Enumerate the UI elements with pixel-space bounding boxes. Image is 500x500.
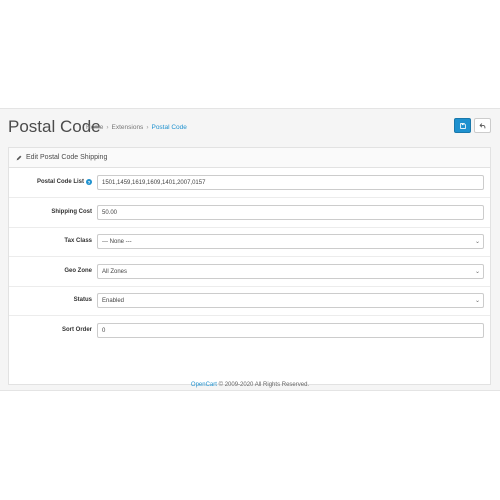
chevron-down-icon: ⌄ bbox=[474, 269, 480, 275]
breadcrumb-separator: › bbox=[106, 124, 109, 131]
tax-class-label: Tax Class bbox=[64, 238, 92, 244]
breadcrumb: Home › Extensions › Postal Code bbox=[86, 124, 187, 131]
sort-order-label: Sort Order bbox=[61, 327, 92, 333]
tax-class-value: --- None --- bbox=[102, 238, 132, 245]
form-row-status: Status Enabled ⌄ bbox=[9, 286, 490, 316]
breadcrumb-separator: › bbox=[146, 124, 149, 131]
chevron-down-icon: ⌄ bbox=[474, 298, 480, 304]
breadcrumb-home[interactable]: Home bbox=[86, 124, 103, 131]
footer-text: © 2009-2020 All Rights Reserved. bbox=[216, 382, 310, 388]
chevron-down-icon: ⌄ bbox=[474, 239, 480, 245]
back-button[interactable] bbox=[474, 118, 491, 133]
geo-zone-value: All Zones bbox=[102, 268, 128, 275]
status-select[interactable]: Enabled ⌄ bbox=[97, 293, 484, 308]
geo-zone-label: Geo Zone bbox=[64, 268, 92, 274]
help-icon[interactable]: ? bbox=[86, 179, 92, 185]
panel-heading: Edit Postal Code Shipping bbox=[9, 148, 490, 168]
breadcrumb-extensions[interactable]: Extensions bbox=[112, 124, 144, 131]
status-label: Status bbox=[73, 297, 92, 303]
breadcrumb-current[interactable]: Postal Code bbox=[151, 124, 186, 131]
pencil-icon bbox=[16, 155, 22, 160]
save-button[interactable] bbox=[454, 118, 471, 133]
geo-zone-select[interactable]: All Zones ⌄ bbox=[97, 264, 484, 279]
form-row-shipping-cost: Shipping Cost 50.00 bbox=[9, 198, 490, 228]
panel-heading-text: Edit Postal Code Shipping bbox=[26, 154, 108, 161]
postal-code-list-input[interactable]: 1501,1459,1619,1609,1401,2007,0157 bbox=[97, 175, 484, 190]
form-row-sort-order: Sort Order 0 bbox=[9, 316, 490, 346]
shipping-cost-label: Shipping Cost bbox=[51, 209, 92, 215]
postal-code-list-label: Postal Code List ? bbox=[37, 179, 92, 185]
page-header: Postal Code Home › Extensions › Postal C… bbox=[0, 109, 500, 147]
postal-code-list-label-text: Postal Code List bbox=[36, 179, 84, 185]
status-value: Enabled bbox=[102, 297, 125, 304]
shipping-cost-input[interactable]: 50.00 bbox=[97, 205, 484, 220]
save-icon bbox=[459, 122, 466, 129]
form-row-geo-zone: Geo Zone All Zones ⌄ bbox=[9, 257, 490, 287]
tax-class-select[interactable]: --- None --- ⌄ bbox=[97, 234, 484, 249]
reply-icon bbox=[479, 122, 486, 128]
opencart-link[interactable]: OpenCart bbox=[191, 382, 217, 388]
edit-panel: Edit Postal Code Shipping Postal Code Li… bbox=[8, 147, 491, 385]
sort-order-input[interactable]: 0 bbox=[97, 323, 484, 338]
form-row-postal-code-list: Postal Code List ? 1501,1459,1619,1609,1… bbox=[9, 168, 490, 198]
footer: OpenCart © 2009-2020 All Rights Reserved… bbox=[0, 382, 500, 388]
form-row-tax-class: Tax Class --- None --- ⌄ bbox=[9, 227, 490, 257]
app-container: Postal Code Home › Extensions › Postal C… bbox=[0, 108, 500, 391]
